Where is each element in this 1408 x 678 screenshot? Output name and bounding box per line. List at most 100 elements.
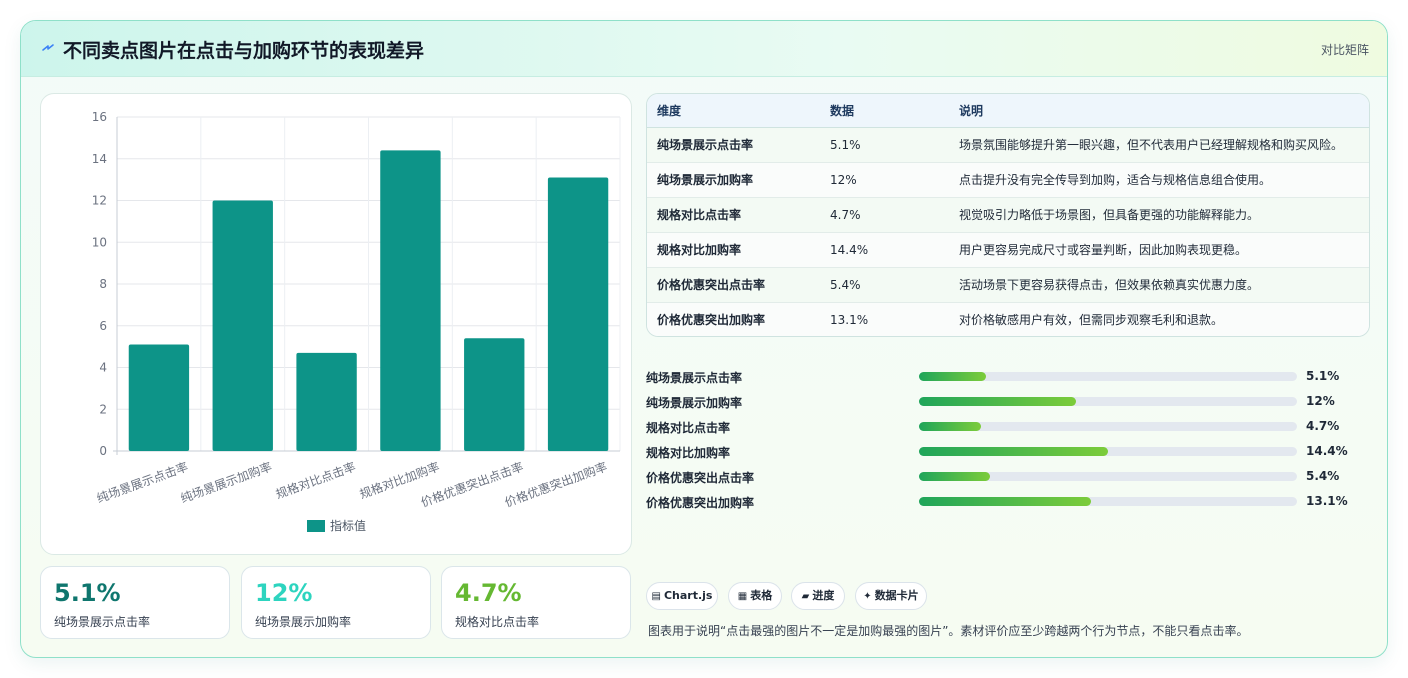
- row-note: 活动场景下更容易获得点击，但效果依赖真实优惠力度。: [949, 267, 1369, 303]
- kpi-label: 纯场景展示加购率: [255, 615, 352, 629]
- row-dimension: 价格优惠突出点击率: [647, 267, 820, 303]
- progress-row: 规格对比加购率 14.4%: [646, 444, 1370, 462]
- y-tick-label: 8: [99, 277, 107, 291]
- bar-chart-panel: 0 2 4 6 8 10 12 14 16 纯场景展示点击率 纯场景展示加购率 规格对比点击率 规格对比…: [40, 93, 632, 555]
- progress-value: 14.4%: [1306, 444, 1348, 458]
- legend-swatch: [307, 520, 325, 532]
- chip-progress[interactable]: ▰ 进度: [791, 582, 845, 610]
- y-tick-label: 10: [92, 235, 107, 249]
- chart-icon: ▤: [651, 591, 661, 602]
- bar: [212, 200, 273, 451]
- row-dimension: 价格优惠突出加购率: [647, 302, 820, 336]
- chip-label: 进度: [812, 589, 835, 602]
- progress-label: 纯场景展示点击率: [646, 371, 743, 385]
- table-row: 规格对比点击率 4.7% 视觉吸引力略低于场景图，但具备更强的功能解释能力。: [647, 197, 1369, 233]
- view-tag: 对比矩阵: [1320, 43, 1369, 57]
- table-icon: ▦: [737, 591, 748, 602]
- row-value: 4.7%: [820, 197, 949, 233]
- progress-list: 纯场景展示点击率 5.1% 纯场景展示加购率 12% 规格对比点击率 4.7% …: [646, 369, 1370, 519]
- bar: [464, 338, 525, 451]
- chip-label: 表格: [750, 589, 773, 602]
- x-tick-label: 纯场景展示加购率: [178, 459, 273, 506]
- x-tick-label: 纯场景展示点击率: [95, 459, 190, 506]
- progress-row: 纯场景展示加购率 12%: [646, 394, 1370, 412]
- progress-label: 价格优惠突出加购率: [646, 496, 755, 510]
- bar: [380, 150, 441, 451]
- row-value: 5.4%: [820, 267, 949, 303]
- chip-chartjs[interactable]: ▤ Chart.js: [646, 582, 718, 610]
- row-dimension: 纯场景展示加购率: [647, 162, 820, 198]
- lightning-icon: [42, 44, 54, 51]
- y-tick-label: 6: [99, 319, 107, 333]
- table-row: 规格对比加购率 14.4% 用户更容易完成尺寸或容量判断，因此加购表现更稳。: [647, 232, 1369, 268]
- progress-fill: [919, 497, 1091, 506]
- row-note: 用户更容易完成尺寸或容量判断，因此加购表现更稳。: [949, 232, 1369, 268]
- progress-value: 4.7%: [1306, 419, 1340, 433]
- progress-track: [919, 372, 1297, 381]
- row-value: 14.4%: [820, 232, 949, 268]
- table-row: 价格优惠突出点击率 5.4% 活动场景下更容易获得点击，但效果依赖真实优惠力度。: [647, 267, 1369, 303]
- kpi-card: 12% 纯场景展示加购率: [241, 566, 431, 639]
- progress-track: [919, 472, 1297, 481]
- kpi-value: 4.7%: [455, 579, 522, 607]
- kpi-card: 4.7% 规格对比点击率: [441, 566, 631, 639]
- progress-track: [919, 397, 1297, 406]
- row-dimension: 纯场景展示点击率: [647, 127, 820, 163]
- bar: [128, 344, 190, 451]
- row-value: 5.1%: [820, 127, 949, 163]
- table-header-dimension: 维度: [647, 94, 820, 128]
- chip-data-card[interactable]: ✦ 数据卡片: [855, 582, 927, 610]
- progress-track: [919, 447, 1297, 456]
- progress-fill: [919, 372, 986, 381]
- row-value: 12%: [820, 162, 949, 198]
- progress-fill: [919, 447, 1108, 456]
- row-dimension: 规格对比加购率: [647, 232, 820, 268]
- row-value: 13.1%: [820, 302, 949, 336]
- y-tick-label: 14: [92, 152, 107, 166]
- x-tick-label: 规格对比点击率: [274, 459, 358, 502]
- progress-label: 规格对比点击率: [646, 421, 731, 435]
- row-dimension: 规格对比点击率: [647, 197, 820, 233]
- progress-fill: [919, 472, 990, 481]
- progress-value: 13.1%: [1306, 494, 1348, 508]
- row-note: 对价格敏感用户有效，但需同步观察毛利和退款。: [949, 302, 1369, 336]
- progress-value: 5.1%: [1306, 369, 1340, 383]
- kpi-label: 纯场景展示点击率: [54, 615, 151, 629]
- progress-fill: [919, 422, 981, 431]
- y-tick-label: 12: [92, 194, 107, 208]
- report-card: 不同卖点图片在点击与加购环节的表现差异 对比矩阵 0 2 4 6 8 10 12 14 16 纯场…: [20, 20, 1388, 658]
- legend-label: 指标值: [330, 518, 366, 533]
- progress-label: 纯场景展示加购率: [646, 396, 743, 410]
- kpi-card: 5.1% 纯场景展示点击率: [40, 566, 230, 639]
- y-tick-label: 16: [92, 110, 107, 124]
- progress-label: 规格对比加购率: [646, 446, 731, 460]
- bar: [547, 177, 609, 451]
- progress-row: 价格优惠突出点击率 5.4%: [646, 469, 1370, 487]
- bar: [296, 352, 357, 451]
- data-table: 维度 数据 说明 纯场景展示点击率 5.1% 场景氛围能够提升第一眼兴趣，但不代…: [646, 93, 1370, 337]
- table-row: 纯场景展示点击率 5.1% 场景氛围能够提升第一眼兴趣，但不代表用户已经理解规格…: [647, 127, 1369, 163]
- table-row: 纯场景展示加购率 12% 点击提升没有完全传导到加购，适合与规格信息组合使用。: [647, 162, 1369, 198]
- table-header-data: 数据: [820, 94, 949, 128]
- progress-row: 价格优惠突出加购率 13.1%: [646, 494, 1370, 512]
- progress-value: 12%: [1306, 394, 1335, 408]
- chip-label: 数据卡片: [874, 589, 919, 602]
- progress-track: [919, 422, 1297, 431]
- footnote: 图表用于说明“点击最强的图片不一定是加购最强的图片”。素材评价应至少跨越两个行为…: [648, 624, 1249, 638]
- progress-track: [919, 497, 1297, 506]
- chip-table[interactable]: ▦ 表格: [728, 582, 782, 610]
- y-tick-label: 0: [99, 444, 107, 458]
- progress-label: 价格优惠突出点击率: [646, 471, 755, 485]
- row-note: 视觉吸引力略低于场景图，但具备更强的功能解释能力。: [949, 197, 1369, 233]
- table-header-note: 说明: [949, 94, 1369, 128]
- sparkle-icon: ✦: [863, 591, 872, 602]
- progress-row: 规格对比点击率 4.7%: [646, 419, 1370, 437]
- progress-icon: ▰: [801, 591, 810, 602]
- progress-fill: [919, 397, 1077, 406]
- bar-chart: 0246810121416纯场景展示点击率纯场景展示加购率 规格对比点击率 规格对比…: [92, 110, 621, 533]
- kpi-label: 规格对比点击率: [455, 615, 540, 629]
- card-header: 不同卖点图片在点击与加购环节的表现差异 对比矩阵: [21, 21, 1387, 77]
- y-tick-label: 2: [99, 402, 107, 416]
- row-note: 场景氛围能够提升第一眼兴趣，但不代表用户已经理解规格和购买风险。: [949, 127, 1369, 163]
- row-note: 点击提升没有完全传导到加购，适合与规格信息组合使用。: [949, 162, 1369, 198]
